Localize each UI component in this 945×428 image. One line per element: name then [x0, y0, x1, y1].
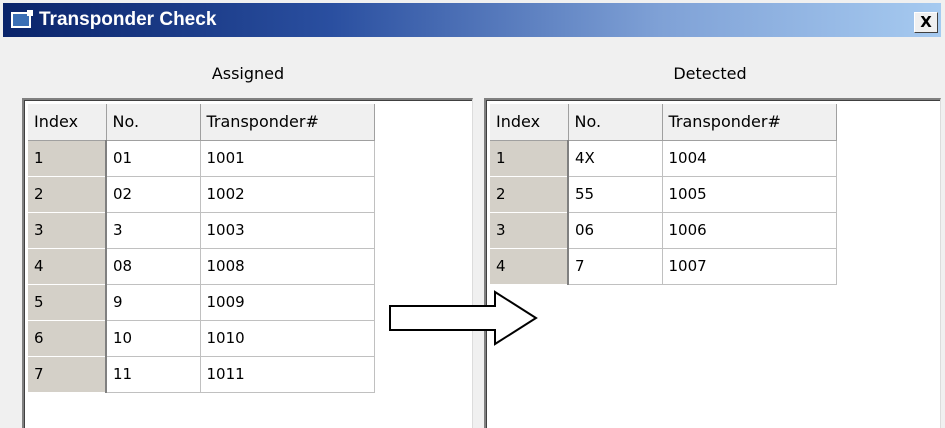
transponder-cell[interactable]: 1004 [662, 140, 837, 177]
app-icon [11, 10, 33, 28]
table-row[interactable]: 5 9 1009 [28, 284, 375, 321]
transponder-cell[interactable]: 1007 [662, 248, 837, 285]
no-cell[interactable]: 55 [568, 176, 663, 213]
assigned-header-row: Index No. Transponder# [28, 104, 375, 141]
transponder-cell[interactable]: 1010 [200, 320, 375, 357]
row-index-cell[interactable]: 4 [28, 248, 107, 285]
table-row[interactable]: 3 06 1006 [490, 212, 837, 249]
no-cell[interactable]: 3 [106, 212, 201, 249]
no-cell[interactable]: 4X [568, 140, 663, 177]
no-cell[interactable]: 10 [106, 320, 201, 357]
detected-label: Detected [673, 64, 747, 83]
row-index-cell[interactable]: 4 [490, 248, 569, 285]
table-row[interactable]: 4 7 1007 [490, 248, 837, 285]
right-arrow-icon [389, 290, 538, 346]
title-bar[interactable]: Transponder Check X [3, 3, 941, 37]
table-row[interactable]: 2 02 1002 [28, 176, 375, 213]
row-index-cell[interactable]: 3 [28, 212, 107, 249]
table-row[interactable]: 6 10 1010 [28, 320, 375, 357]
row-index-cell[interactable]: 7 [28, 356, 107, 393]
assigned-table: Index No. Transponder# 1 01 1001 2 02 10… [28, 104, 375, 393]
transponder-cell[interactable]: 1003 [200, 212, 375, 249]
no-cell[interactable]: 11 [106, 356, 201, 393]
table-row[interactable]: 7 11 1011 [28, 356, 375, 393]
detected-table: Index No. Transponder# 1 4X 1004 2 55 10… [490, 104, 837, 285]
no-cell[interactable]: 06 [568, 212, 663, 249]
row-index-cell[interactable]: 3 [490, 212, 569, 249]
no-cell[interactable]: 01 [106, 140, 201, 177]
transponder-cell[interactable]: 1011 [200, 356, 375, 393]
transponder-cell[interactable]: 1002 [200, 176, 375, 213]
assigned-col-index[interactable]: Index [28, 104, 107, 141]
table-row[interactable]: 3 3 1003 [28, 212, 375, 249]
close-button[interactable]: X [914, 12, 938, 33]
table-row[interactable]: 1 4X 1004 [490, 140, 837, 177]
detected-col-transponder[interactable]: Transponder# [662, 104, 837, 141]
table-row[interactable]: 4 08 1008 [28, 248, 375, 285]
assigned-grid-panel[interactable]: Index No. Transponder# 1 01 1001 2 02 10… [22, 98, 473, 428]
row-index-cell[interactable]: 2 [28, 176, 107, 213]
close-icon: X [920, 13, 932, 31]
row-index-cell[interactable]: 5 [28, 284, 107, 321]
row-index-cell[interactable]: 1 [28, 140, 107, 177]
window-title: Transponder Check [39, 9, 217, 30]
transponder-check-window: Transponder Check X Assigned Detected In… [0, 0, 945, 428]
transponder-cell[interactable]: 1005 [662, 176, 837, 213]
detected-col-no[interactable]: No. [568, 104, 663, 141]
no-cell[interactable]: 9 [106, 284, 201, 321]
detected-col-index[interactable]: Index [490, 104, 569, 141]
detected-grid-panel[interactable]: Index No. Transponder# 1 4X 1004 2 55 10… [484, 98, 941, 428]
row-index-cell[interactable]: 6 [28, 320, 107, 357]
table-row[interactable]: 2 55 1005 [490, 176, 837, 213]
no-cell[interactable]: 08 [106, 248, 201, 285]
transponder-cell[interactable]: 1001 [200, 140, 375, 177]
detected-header-row: Index No. Transponder# [490, 104, 837, 141]
row-index-cell[interactable]: 1 [490, 140, 569, 177]
no-cell[interactable]: 02 [106, 176, 201, 213]
no-cell[interactable]: 7 [568, 248, 663, 285]
assigned-col-transponder[interactable]: Transponder# [200, 104, 375, 141]
transponder-cell[interactable]: 1008 [200, 248, 375, 285]
row-index-cell[interactable]: 2 [490, 176, 569, 213]
transponder-cell[interactable]: 1009 [200, 284, 375, 321]
assigned-col-no[interactable]: No. [106, 104, 201, 141]
transponder-cell[interactable]: 1006 [662, 212, 837, 249]
assigned-label: Assigned [211, 64, 285, 83]
table-row[interactable]: 1 01 1001 [28, 140, 375, 177]
